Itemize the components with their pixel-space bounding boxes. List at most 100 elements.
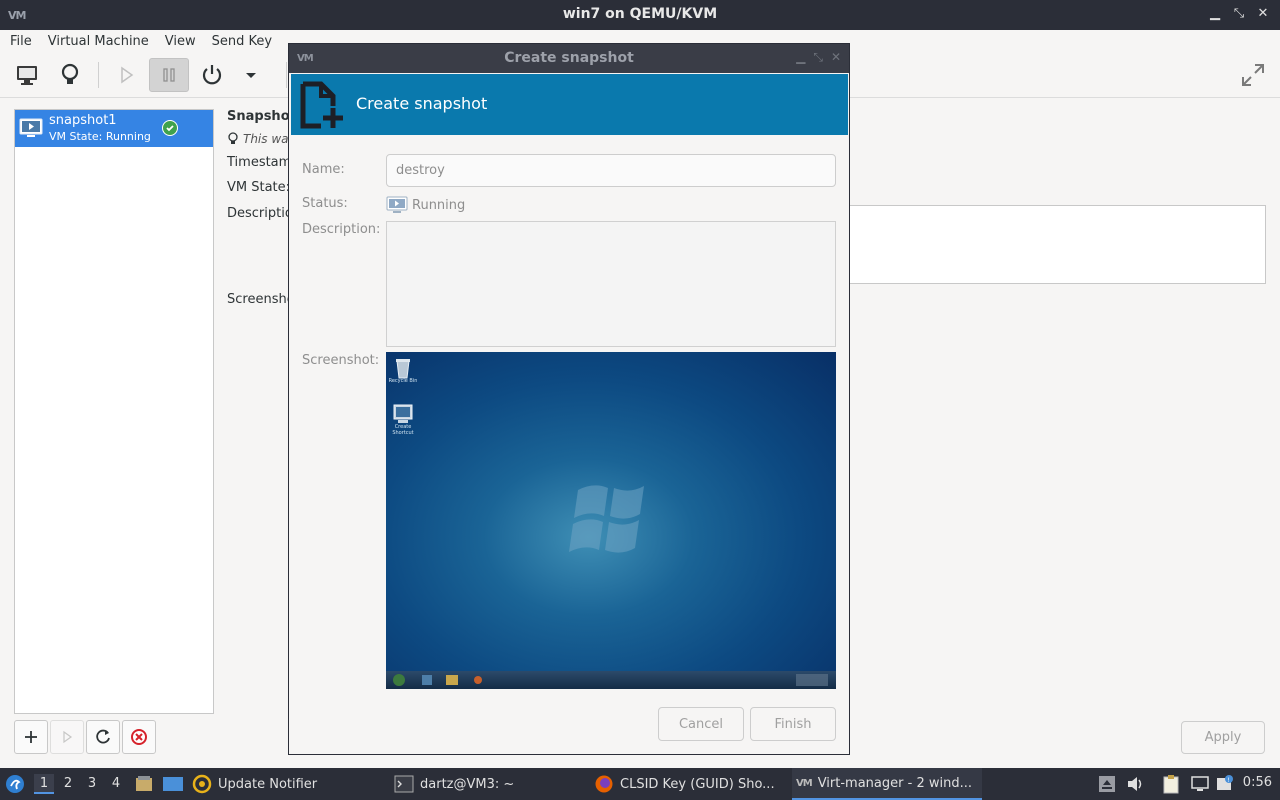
run-snapshot-button[interactable] bbox=[50, 720, 84, 754]
task-terminal[interactable]: dartz@VM3: ~ bbox=[394, 768, 584, 800]
dialog-title: Create snapshot bbox=[504, 50, 634, 66]
screenshot-label: Screenshot: bbox=[302, 353, 380, 368]
recycle-bin-icon bbox=[396, 359, 410, 379]
desktop-icon-label: Create Shortcut bbox=[392, 424, 414, 436]
network-icon bbox=[1191, 776, 1209, 791]
apply-button[interactable]: Apply bbox=[1181, 721, 1265, 754]
tray-network[interactable] bbox=[1190, 768, 1210, 800]
power-menu-button[interactable] bbox=[232, 58, 270, 92]
task-label: dartz@VM3: ~ bbox=[420, 776, 515, 792]
tray-volume[interactable] bbox=[1126, 768, 1146, 800]
desktop-launcher[interactable] bbox=[162, 768, 184, 800]
notification-icon: ! bbox=[1217, 775, 1233, 790]
dialog-titlebar: VM Create snapshot ▁ ⤡ ✕ bbox=[289, 44, 849, 73]
delete-icon bbox=[131, 729, 147, 745]
status-text: Running bbox=[412, 197, 466, 213]
power-button[interactable] bbox=[192, 58, 232, 92]
cancel-button[interactable]: Cancel bbox=[658, 707, 744, 741]
show-desktop-icon bbox=[163, 777, 183, 791]
plus-icon bbox=[25, 731, 37, 743]
run-icon bbox=[121, 66, 134, 84]
tray-clipboard[interactable] bbox=[1162, 768, 1180, 800]
tray-upload-icon bbox=[1099, 776, 1115, 792]
create-snapshot-dialog: VM Create snapshot ▁ ⤡ ✕ Create snapshot… bbox=[288, 43, 850, 755]
run-button[interactable] bbox=[106, 58, 146, 92]
task-firefox[interactable]: CLSID Key (GUID) Sho... bbox=[594, 768, 784, 800]
vm-running-icon bbox=[386, 196, 408, 213]
pause-button[interactable] bbox=[149, 58, 189, 92]
description-label: Description: bbox=[302, 222, 381, 237]
snapshot-list-item[interactable]: snapshot1 VM State: Running bbox=[15, 110, 213, 147]
description-label: Descriptio bbox=[227, 206, 293, 221]
snapshot-list: snapshot1 VM State: Running bbox=[14, 109, 214, 714]
refresh-snapshots-button[interactable] bbox=[86, 720, 120, 754]
snapshot-description-field[interactable] bbox=[848, 205, 1266, 284]
current-snapshot-check-icon bbox=[162, 120, 178, 136]
console-icon bbox=[17, 66, 37, 85]
screenshot-label: Screensho bbox=[227, 292, 295, 307]
snapshot-hint-text: This wa bbox=[243, 132, 289, 146]
tray-updates[interactable] bbox=[1098, 768, 1116, 800]
windows-logo-icon bbox=[569, 485, 644, 553]
virt-manager-icon: VM bbox=[796, 777, 813, 789]
refresh-icon bbox=[96, 729, 110, 744]
play-icon bbox=[63, 730, 73, 744]
menu-send-key[interactable]: Send Key bbox=[204, 30, 280, 54]
delete-snapshot-button[interactable] bbox=[122, 720, 156, 754]
volume-icon bbox=[1128, 777, 1142, 791]
details-button[interactable] bbox=[50, 58, 90, 92]
dialog-close-icon[interactable]: ✕ bbox=[831, 50, 841, 65]
maximize-icon[interactable]: ⤡ bbox=[1232, 6, 1246, 21]
system-panel: 1 2 3 4 Update Notifier dartz@VM3: ~ CLS bbox=[0, 768, 1280, 800]
dialog-maximize-icon[interactable]: ⤡ bbox=[813, 50, 823, 65]
status-label: Status: bbox=[302, 196, 348, 211]
finish-button[interactable]: Finish bbox=[750, 707, 836, 741]
workspace-4[interactable]: 4 bbox=[106, 774, 126, 794]
snapshot-name: snapshot1 bbox=[49, 113, 117, 128]
dialog-banner: Create snapshot bbox=[291, 74, 848, 135]
close-icon[interactable]: ✕ bbox=[1256, 6, 1270, 21]
minimize-icon[interactable]: ▁ bbox=[1208, 6, 1222, 21]
snapshot-detail-header: Snapshot bbox=[227, 109, 296, 124]
task-update-notifier[interactable]: Update Notifier bbox=[192, 768, 382, 800]
firefox-icon bbox=[595, 775, 613, 793]
snapshot-name-input[interactable] bbox=[386, 154, 836, 187]
workspace-1[interactable]: 1 bbox=[34, 774, 54, 794]
tray-notifications[interactable]: ! bbox=[1216, 768, 1234, 800]
fullscreen-icon[interactable] bbox=[1240, 62, 1266, 88]
svg-text:!: ! bbox=[1228, 777, 1230, 784]
clock: 0:56 bbox=[1242, 775, 1272, 790]
vm-running-icon bbox=[19, 118, 43, 137]
start-orb-icon bbox=[393, 674, 405, 686]
details-bulb-icon bbox=[61, 63, 79, 84]
vm-taskbar bbox=[386, 671, 836, 689]
workspace-2[interactable]: 2 bbox=[58, 774, 78, 794]
task-virt-manager[interactable]: VM Virt-manager - 2 wind... bbox=[792, 768, 982, 800]
vm-screenshot: Recycle Bin Create Shortcut bbox=[386, 352, 836, 689]
dialog-minimize-icon[interactable]: ▁ bbox=[796, 50, 805, 65]
snapshot-description-input[interactable] bbox=[386, 221, 836, 347]
clipboard-icon bbox=[1163, 775, 1179, 794]
task-label: Virt-manager - 2 wind... bbox=[817, 775, 972, 791]
power-icon bbox=[202, 65, 222, 85]
pause-icon bbox=[163, 68, 175, 82]
menu-file[interactable]: File bbox=[2, 30, 40, 54]
add-snapshot-button[interactable] bbox=[14, 720, 48, 754]
menu-view[interactable]: View bbox=[157, 30, 204, 54]
workspace-3[interactable]: 3 bbox=[82, 774, 102, 794]
name-label: Name: bbox=[302, 162, 345, 177]
chevron-down-icon bbox=[246, 73, 256, 78]
app-menu-button[interactable] bbox=[4, 768, 26, 800]
app-menu-icon bbox=[6, 775, 24, 793]
file-manager-launcher[interactable] bbox=[134, 768, 154, 800]
menu-virtual-machine[interactable]: Virtual Machine bbox=[40, 30, 157, 54]
window-title: win7 on QEMU/KVM bbox=[562, 6, 718, 22]
task-label: Update Notifier bbox=[218, 776, 318, 792]
dialog-banner-title: Create snapshot bbox=[356, 94, 488, 113]
console-button[interactable] bbox=[7, 58, 47, 92]
snapshot-state: VM State: Running bbox=[49, 130, 151, 143]
terminal-icon bbox=[394, 775, 414, 793]
snapshot-add-icon bbox=[300, 81, 343, 129]
status-value: Running bbox=[386, 196, 465, 214]
window-titlebar: VM win7 on QEMU/KVM ▁ ⤡ ✕ bbox=[0, 0, 1280, 30]
